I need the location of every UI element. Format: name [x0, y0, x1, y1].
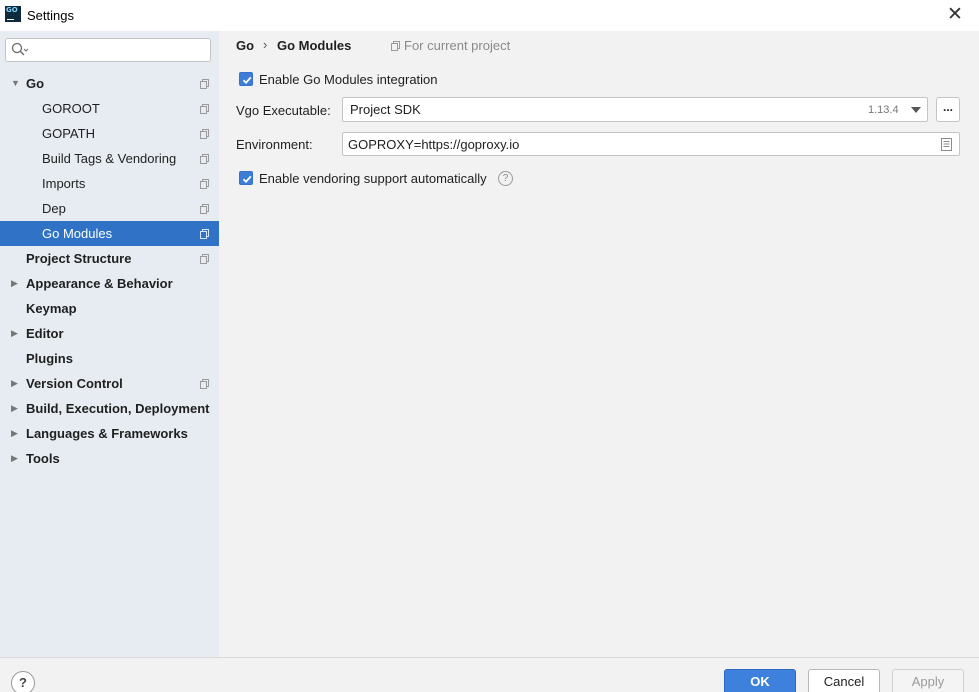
settings-content: Go › Go Modules For current project Enab… — [219, 31, 979, 657]
project-scope-icon — [200, 104, 209, 114]
sidebar-item-version-control[interactable]: ▶ Version Control — [0, 371, 219, 396]
sidebar-item-label: Languages & Frameworks — [26, 426, 188, 441]
sidebar-item-label: GOROOT — [42, 101, 100, 116]
settings-search-box[interactable] — [5, 38, 211, 62]
expand-arrow-down-icon[interactable]: ▼ — [11, 71, 21, 96]
sidebar-item-build-execution-deployment[interactable]: ▶ Build, Execution, Deployment — [0, 396, 219, 421]
sidebar-item-project-structure[interactable]: Project Structure — [0, 246, 219, 271]
expand-arrow-right-icon[interactable]: ▶ — [11, 421, 21, 446]
title-bar: GO Settings ✕ — [0, 0, 979, 31]
scope-label: For current project — [404, 38, 511, 53]
vgo-executable-dropdown[interactable]: Project SDK 1.13.4 — [342, 97, 928, 122]
dialog-footer: ? OK Cancel Apply — [0, 657, 979, 692]
cancel-button[interactable]: Cancel — [808, 669, 880, 692]
vgo-executable-label: Vgo Executable: — [236, 103, 331, 118]
close-icon[interactable]: ✕ — [946, 5, 964, 25]
enable-go-modules-checkbox[interactable] — [239, 72, 253, 86]
settings-search-input[interactable] — [32, 41, 207, 59]
sidebar-item-editor[interactable]: ▶ Editor — [0, 321, 219, 346]
browse-button[interactable]: ... — [936, 97, 960, 122]
sidebar-item-go[interactable]: ▼ Go — [0, 71, 219, 96]
enable-vendoring-checkbox[interactable] — [239, 171, 253, 185]
sidebar-item-gopath[interactable]: GOPATH — [0, 121, 219, 146]
sidebar-item-dep[interactable]: Dep — [0, 196, 219, 221]
sidebar-item-label: Keymap — [26, 301, 77, 316]
breadcrumb-current: Go Modules — [277, 38, 352, 53]
sidebar-item-goroot[interactable]: GOROOT — [0, 96, 219, 121]
sidebar-item-label: GOPATH — [42, 126, 95, 141]
checkmark-icon — [242, 175, 252, 184]
sidebar-item-plugins[interactable]: Plugins — [0, 346, 219, 371]
expand-arrow-right-icon[interactable]: ▶ — [11, 371, 21, 396]
settings-sidebar: ▼ Go GOROOT GOPATH Build Tags & Vendoring Imp… — [0, 31, 219, 657]
search-icon — [11, 42, 29, 56]
project-scope-icon — [200, 79, 209, 89]
sidebar-item-label: Dep — [42, 201, 66, 216]
sidebar-item-label: Editor — [26, 326, 64, 341]
window-title: Settings — [27, 8, 74, 23]
sidebar-item-label: Plugins — [26, 351, 73, 366]
expand-arrow-right-icon[interactable]: ▶ — [11, 396, 21, 421]
enable-go-modules-label[interactable]: Enable Go Modules integration — [259, 72, 438, 87]
environment-field[interactable]: GOPROXY=https://goproxy.io — [342, 132, 960, 156]
project-scope-icon — [200, 204, 209, 214]
apply-button[interactable]: Apply — [892, 669, 964, 692]
sidebar-item-label: Build Tags & Vendoring — [42, 151, 177, 166]
environment-label: Environment: — [236, 137, 313, 152]
sidebar-item-keymap[interactable]: Keymap — [0, 296, 219, 321]
project-scope-icon — [200, 254, 209, 264]
sidebar-item-label: Build, Execution, Deployment — [26, 401, 210, 416]
sidebar-item-imports[interactable]: Imports — [0, 171, 219, 196]
sidebar-item-label: Appearance & Behavior — [26, 276, 173, 291]
sidebar-item-tools[interactable]: ▶ Tools — [0, 446, 219, 471]
project-scope-icon — [391, 41, 400, 51]
sdk-version: 1.13.4 — [868, 104, 899, 116]
sidebar-item-label: Project Structure — [26, 251, 132, 266]
sidebar-item-languages-frameworks[interactable]: ▶ Languages & Frameworks — [0, 421, 219, 446]
project-scope-icon — [200, 229, 209, 239]
checkmark-icon — [242, 76, 252, 85]
breadcrumb-parent[interactable]: Go — [236, 38, 254, 53]
goland-app-icon: GO — [5, 6, 21, 22]
expand-arrow-right-icon[interactable]: ▶ — [11, 321, 21, 346]
sidebar-item-label: Version Control — [26, 376, 123, 391]
enable-vendoring-label[interactable]: Enable vendoring support automatically — [259, 171, 487, 186]
help-button[interactable]: ? — [11, 671, 35, 692]
sidebar-item-label: Imports — [42, 176, 86, 191]
project-scope-icon — [200, 154, 209, 164]
edit-environment-icon[interactable] — [941, 138, 952, 151]
help-question-icon[interactable]: ? — [498, 171, 513, 186]
expand-arrow-right-icon[interactable]: ▶ — [11, 446, 21, 471]
sidebar-item-label: Go Modules — [42, 226, 113, 241]
chevron-down-icon — [911, 107, 921, 113]
breadcrumb-separator: › — [263, 37, 268, 52]
sidebar-item-label: Go — [26, 76, 45, 91]
vgo-executable-value: Project SDK — [350, 102, 421, 117]
project-scope-icon — [200, 179, 209, 189]
environment-value: GOPROXY=https://goproxy.io — [348, 137, 520, 152]
ok-button[interactable]: OK — [724, 669, 796, 692]
expand-arrow-right-icon[interactable]: ▶ — [11, 271, 21, 296]
sidebar-item-go-modules[interactable]: Go Modules — [0, 221, 219, 246]
project-scope-icon — [200, 379, 209, 389]
sidebar-item-appearance-behavior[interactable]: ▶ Appearance & Behavior — [0, 271, 219, 296]
project-scope-icon — [200, 129, 209, 139]
sidebar-item-build-tags-vendoring[interactable]: Build Tags & Vendoring — [0, 146, 219, 171]
sidebar-item-label: Tools — [26, 451, 60, 466]
